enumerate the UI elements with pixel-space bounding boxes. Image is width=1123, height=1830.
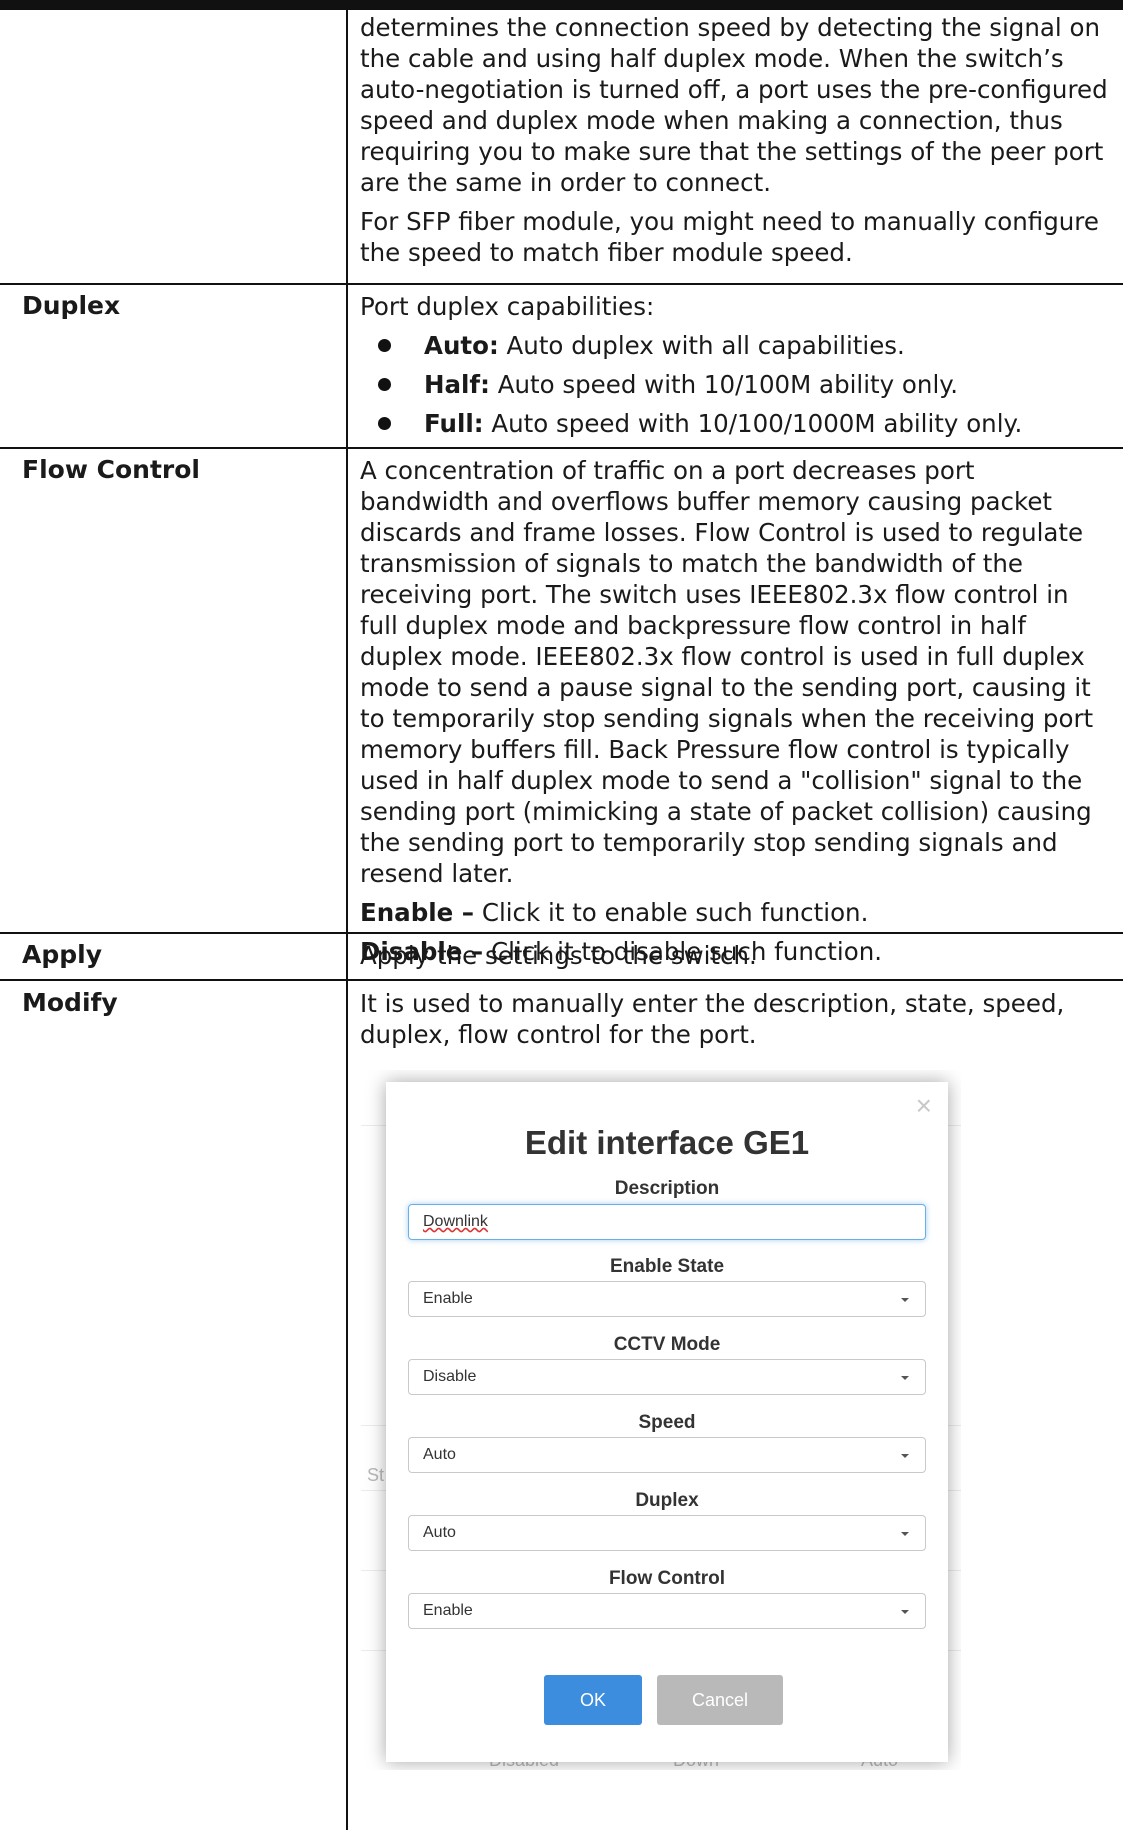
close-icon[interactable]: ×	[916, 1092, 932, 1120]
description-label: Description	[614, 1178, 720, 1199]
apply-label: Apply	[22, 940, 103, 969]
list-item: Auto: Auto duplex with all capabilities.	[360, 330, 1110, 361]
list-item: Full: Auto speed with 10/100/1000M abili…	[360, 408, 1110, 439]
speed-label: Speed	[638, 1412, 696, 1433]
duplex-intro: Port duplex capabilities:	[360, 292, 655, 321]
dialog-title: Edit interface GE1	[524, 1124, 810, 1161]
enable-state-value: Enable	[423, 1290, 473, 1307]
row-divider	[0, 447, 1123, 449]
flow-control-description: A concentration of traffic on a port dec…	[360, 455, 1110, 975]
enable-state-label: Enable State	[609, 1256, 725, 1277]
bullet-icon	[378, 378, 391, 391]
chevron-down-icon	[901, 1454, 909, 1458]
speed-paragraph: determines the connection speed by detec…	[360, 13, 1108, 197]
background-text: St	[367, 1465, 385, 1485]
bullet-icon	[378, 339, 391, 352]
chevron-down-icon	[901, 1298, 909, 1302]
duplex-field-label: Duplex	[635, 1490, 699, 1511]
cctv-mode-select[interactable]: Disable	[408, 1359, 926, 1395]
flow-control-value: Enable	[423, 1602, 473, 1619]
enable-state-select[interactable]: Enable	[408, 1281, 926, 1317]
modify-description: It is used to manually enter the descrip…	[360, 989, 1065, 1049]
speed-value: Auto	[423, 1446, 456, 1463]
duplex-options-list: Auto: Auto duplex with all capabilities.…	[360, 330, 1110, 439]
cctv-mode-value: Disable	[423, 1368, 477, 1385]
duplex-value: Auto	[423, 1524, 456, 1541]
cancel-button[interactable]: Cancel	[657, 1675, 783, 1725]
table-top-border	[0, 0, 1123, 10]
edit-interface-screenshot: St Disabled Down Auto × Edit interface G…	[361, 1070, 961, 1770]
speed-description: determines the connection speed by detec…	[360, 12, 1110, 276]
cctv-mode-label: CCTV Mode	[613, 1334, 721, 1355]
flow-control-label: Flow Control	[22, 455, 200, 484]
sfp-note: For SFP fiber module, you might need to …	[360, 207, 1099, 267]
description-value: Downlink	[423, 1213, 488, 1230]
chevron-down-icon	[901, 1376, 909, 1380]
duplex-label: Duplex	[22, 291, 121, 320]
duplex-select[interactable]: Auto	[408, 1515, 926, 1551]
chevron-down-icon	[901, 1610, 909, 1614]
apply-description: Apply the settings to the switch.	[360, 941, 757, 970]
modify-label: Modify	[22, 988, 118, 1017]
chevron-down-icon	[901, 1532, 909, 1536]
description-input[interactable]: Downlink	[408, 1204, 926, 1240]
ok-button[interactable]: OK	[544, 1675, 642, 1725]
flow-control-paragraph: A concentration of traffic on a port dec…	[360, 456, 1094, 888]
edit-interface-dialog: × Edit interface GE1 Description Downlin…	[386, 1082, 948, 1762]
bullet-icon	[378, 417, 391, 430]
row-divider	[0, 283, 1123, 285]
list-item: Half: Auto speed with 10/100M ability on…	[360, 369, 1110, 400]
speed-select[interactable]: Auto	[408, 1437, 926, 1473]
flow-control-field-label: Flow Control	[608, 1568, 726, 1589]
flow-control-select[interactable]: Enable	[408, 1593, 926, 1629]
row-divider	[0, 979, 1123, 981]
duplex-description: Port duplex capabilities: Auto: Auto dup…	[360, 291, 1110, 447]
enable-note: Enable – Click it to enable such functio…	[360, 898, 869, 927]
